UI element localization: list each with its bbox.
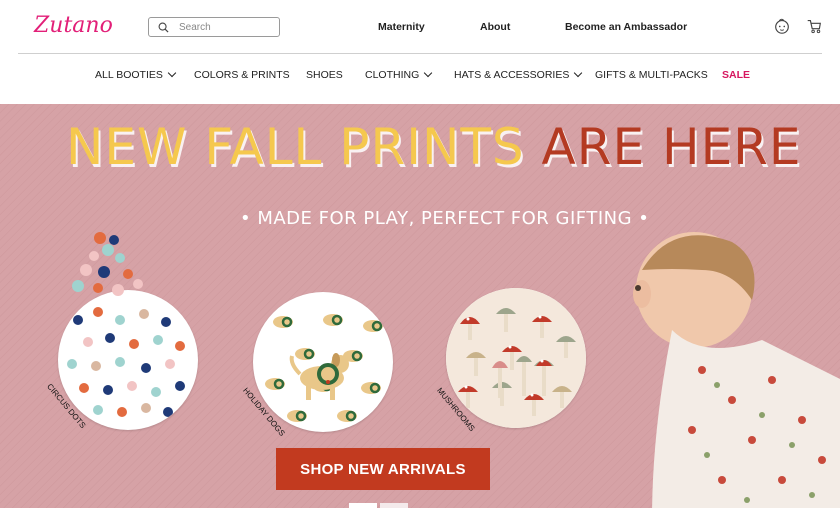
hero-headline: NEW FALL PRINTS ARE HERE <box>66 122 802 172</box>
chevron-down-icon <box>167 68 177 78</box>
search-icon <box>158 22 169 33</box>
stroller-cart-icon[interactable] <box>805 17 823 35</box>
brand-logo[interactable]: Zutano <box>34 13 113 38</box>
chevron-down-icon <box>574 68 583 78</box>
floating-dots-decoration <box>72 232 143 296</box>
search-input[interactable] <box>179 20 274 35</box>
carousel-dot-active[interactable] <box>349 503 377 508</box>
circus-dots-swatch[interactable] <box>58 290 198 430</box>
search-box[interactable] <box>148 17 280 37</box>
nav-all-booties[interactable]: ALL BOOTIES <box>95 68 177 81</box>
shop-new-arrivals-button[interactable]: SHOP NEW ARRIVALS <box>276 448 490 490</box>
nav-hats-accessories[interactable]: HATS & ACCESSORIES <box>454 68 583 81</box>
nav-clothing[interactable]: CLOTHING <box>365 68 433 81</box>
carousel-dot[interactable] <box>380 503 408 508</box>
nav-gifts-multipacks[interactable]: GIFTS & MULTI-PACKS <box>595 69 708 81</box>
baby-photo <box>633 232 840 508</box>
hero-subline: • MADE FOR PLAY, PERFECT FOR GIFTING • <box>240 208 650 229</box>
baby-face-icon[interactable] <box>773 17 791 35</box>
headline-part-2: ARE HERE <box>541 118 802 176</box>
ambassador-link[interactable]: Become an Ambassador <box>565 21 687 33</box>
nav-sale[interactable]: SALE <box>722 69 750 81</box>
circus-dots-pattern <box>67 307 185 417</box>
top-bar: Zutano Maternity About Become an Ambassa… <box>0 0 840 54</box>
headline-part-1: NEW FALL PRINTS <box>66 118 525 176</box>
maternity-link[interactable]: Maternity <box>378 21 425 33</box>
main-nav: ALL BOOTIES COLORS & PRINTS SHOES CLOTHI… <box>0 54 840 104</box>
about-link[interactable]: About <box>480 21 510 33</box>
nav-shoes[interactable]: SHOES <box>306 69 343 81</box>
dog-with-wreath-decoration <box>289 353 349 400</box>
mushroom-cluster-decoration <box>492 356 552 398</box>
chevron-down-icon <box>424 68 433 78</box>
nav-colors-prints[interactable]: COLORS & PRINTS <box>194 69 290 81</box>
